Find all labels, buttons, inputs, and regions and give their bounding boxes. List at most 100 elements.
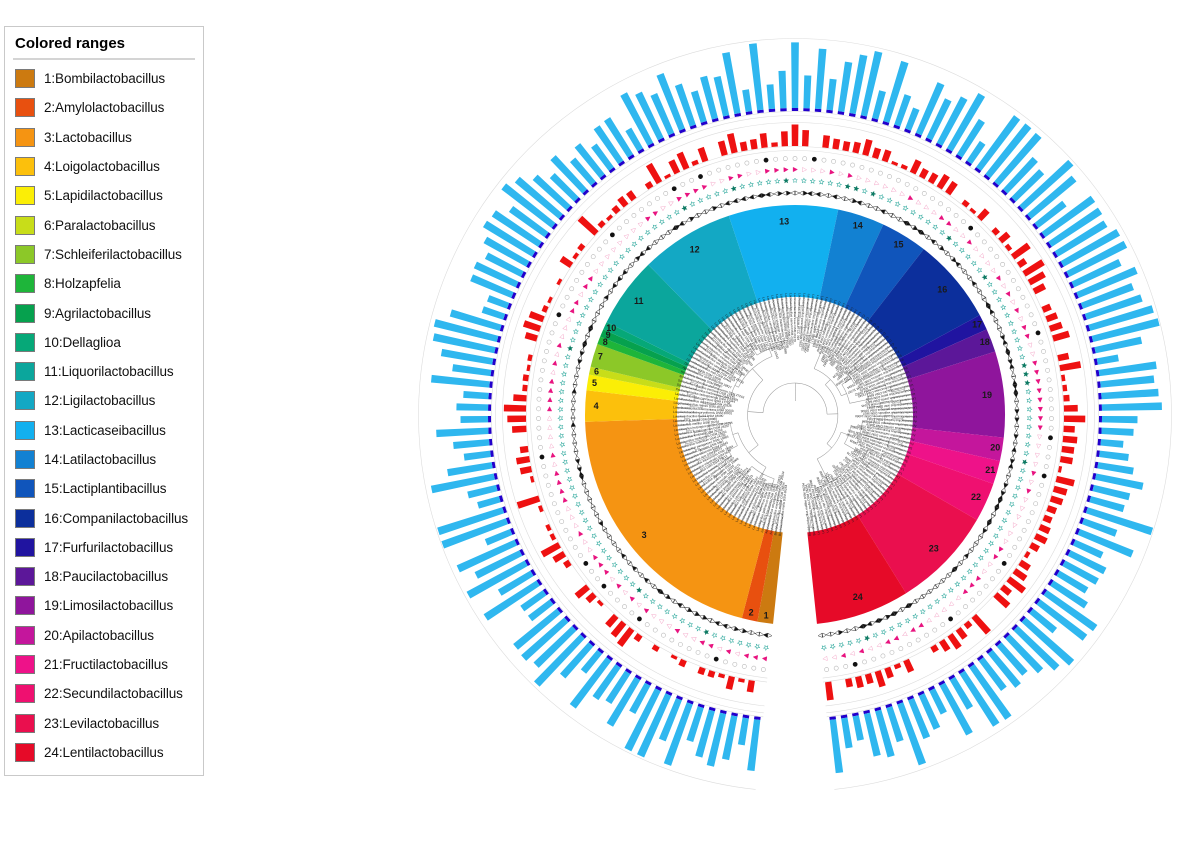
legend-item-10[interactable]: 10:Dellaglioa [13, 328, 195, 357]
pink-triangle-icon [566, 505, 572, 512]
star-icon [800, 177, 807, 184]
red-bar [963, 620, 973, 630]
star-icon [591, 533, 598, 540]
band-number-2: 2 [749, 608, 754, 618]
star-icon [558, 388, 565, 395]
legend-label-11: 11:Liquorilactobacillus [44, 364, 174, 380]
star-icon [912, 613, 919, 620]
triangle-right-icon [738, 628, 744, 634]
branch-radial [826, 443, 832, 449]
legend-label-19: 19:Limosilactobacillus [44, 598, 174, 614]
legend-item-4[interactable]: 4:Loigolactobacillus [13, 152, 195, 181]
circle-marker-icon [663, 191, 669, 196]
star-icon [582, 517, 589, 524]
legend-item-17[interactable]: 17:Furfurilactobacillus [13, 533, 195, 562]
legend-item-2[interactable]: 2:Amylolactobacillus [13, 93, 195, 122]
red-bar [855, 675, 864, 689]
circle-marker-icon [698, 174, 703, 179]
pink-triangle-icon [1003, 538, 1009, 545]
star-icon [972, 561, 979, 568]
triangle-left-icon [734, 626, 740, 632]
red-bar [780, 131, 788, 147]
legend-swatch-7 [15, 244, 35, 264]
bar-base-segment [1098, 392, 1102, 400]
branch-radial [752, 368, 764, 381]
red-bar [577, 215, 599, 236]
triangle-left-icon [758, 631, 765, 637]
circle-marker-icon [669, 637, 675, 643]
star-icon [583, 304, 590, 311]
triangle-right-icon [852, 198, 858, 204]
circle-marker-icon [1007, 553, 1013, 558]
triangle-right-icon [761, 193, 767, 198]
pink-triangle-icon [1027, 342, 1033, 349]
pink-triangle-icon [629, 596, 636, 602]
legend-item-20[interactable]: 20:Apilactobacillus [13, 621, 195, 650]
legend-item-21[interactable]: 21:Fructilactobacillus [13, 650, 195, 679]
red-bar [1061, 374, 1066, 382]
leaf-labels: Bombilactobacillus mellis DSM 26254Bombi… [673, 293, 917, 536]
triangle-right-icon [577, 355, 583, 361]
legend-item-14[interactable]: 14:Latilactobacillus [13, 445, 195, 474]
legend-list: 1:Bombilactobacillus 2:Amylolactobacillus… [13, 64, 195, 767]
star-icon [1021, 459, 1028, 466]
red-bar [726, 132, 738, 154]
triangle-left-icon [579, 351, 585, 357]
legend-item-23[interactable]: 23:Levilactobacillus [13, 709, 195, 738]
legend-item-11[interactable]: 11:Liquorilactobacillus [13, 357, 195, 386]
cyan-bar [604, 117, 634, 158]
red-bar [1063, 394, 1070, 402]
pink-triangle-icon [918, 622, 925, 628]
legend-item-16[interactable]: 16:Companilactobacillus [13, 503, 195, 532]
star-icon [1023, 371, 1030, 377]
pink-triangle-icon [604, 569, 610, 576]
legend-item-13[interactable]: 13:Lacticaseibacillus [13, 416, 195, 445]
triangle-left-icon [815, 191, 821, 197]
star-icon [681, 205, 688, 212]
circle-marker-icon [1043, 464, 1049, 469]
cyan-bar [1077, 529, 1134, 558]
star-icon [821, 644, 828, 651]
circle-marker-icon [924, 632, 929, 638]
legend-label-8: 8:Holzapfelia [44, 276, 121, 292]
legend-item-7[interactable]: 7:Schleiferilactobacillus [13, 240, 195, 269]
star-icon [636, 587, 643, 593]
legend-label-23: 23:Levilactobacillus [44, 715, 160, 731]
cyan-bar [447, 462, 493, 477]
band-number-12: 12 [690, 245, 700, 255]
pink-triangle-icon [546, 415, 553, 421]
cyan-bar [1101, 416, 1138, 424]
pink-triangle-icon [858, 648, 865, 654]
legend-item-8[interactable]: 8:Holzapfelia [13, 269, 195, 298]
circle-marker-icon [556, 312, 562, 318]
bar-base-segment [1097, 438, 1102, 446]
star-icon [988, 540, 994, 547]
branch-radial [732, 432, 739, 435]
circle-marker-icon [850, 162, 855, 168]
legend-item-3[interactable]: 3:Lactobacillus [13, 123, 195, 152]
legend-swatch-15 [15, 479, 35, 499]
legend-item-15[interactable]: 15:Lactiplantibacillus [13, 474, 195, 503]
triangle-left-icon [1014, 421, 1020, 427]
legend-item-9[interactable]: 9:Agrilactobacillus [13, 298, 195, 327]
star-icon [904, 617, 911, 624]
red-bar [1062, 384, 1068, 392]
legend-item-19[interactable]: 19:Limosilactobacillus [13, 591, 195, 620]
star-icon [747, 181, 754, 188]
legend-item-18[interactable]: 18:Paucilactobacillus [13, 562, 195, 591]
triangle-left-icon [575, 459, 580, 465]
cyan-bar [747, 719, 761, 771]
legend-item-12[interactable]: 12:Ligilactobacillus [13, 386, 195, 415]
branch-radial [825, 379, 831, 385]
guide-arc-5 [418, 38, 1172, 790]
circle-marker-icon [930, 196, 935, 201]
legend-item-1[interactable]: 1:Bombilactobacillus [13, 64, 195, 93]
star-icon [765, 178, 772, 185]
pink-triangle-icon [752, 655, 759, 661]
legend-item-24[interactable]: 24:Lentilactobacillus [13, 738, 195, 767]
legend-item-5[interactable]: 5:Lapidilactobacillus [13, 181, 195, 210]
star-icon [557, 415, 564, 422]
pink-triangle-icon [945, 220, 952, 226]
legend-item-22[interactable]: 22:Secundilactobacillus [13, 679, 195, 708]
legend-item-6[interactable]: 6:Paralactobacillus [13, 210, 195, 239]
